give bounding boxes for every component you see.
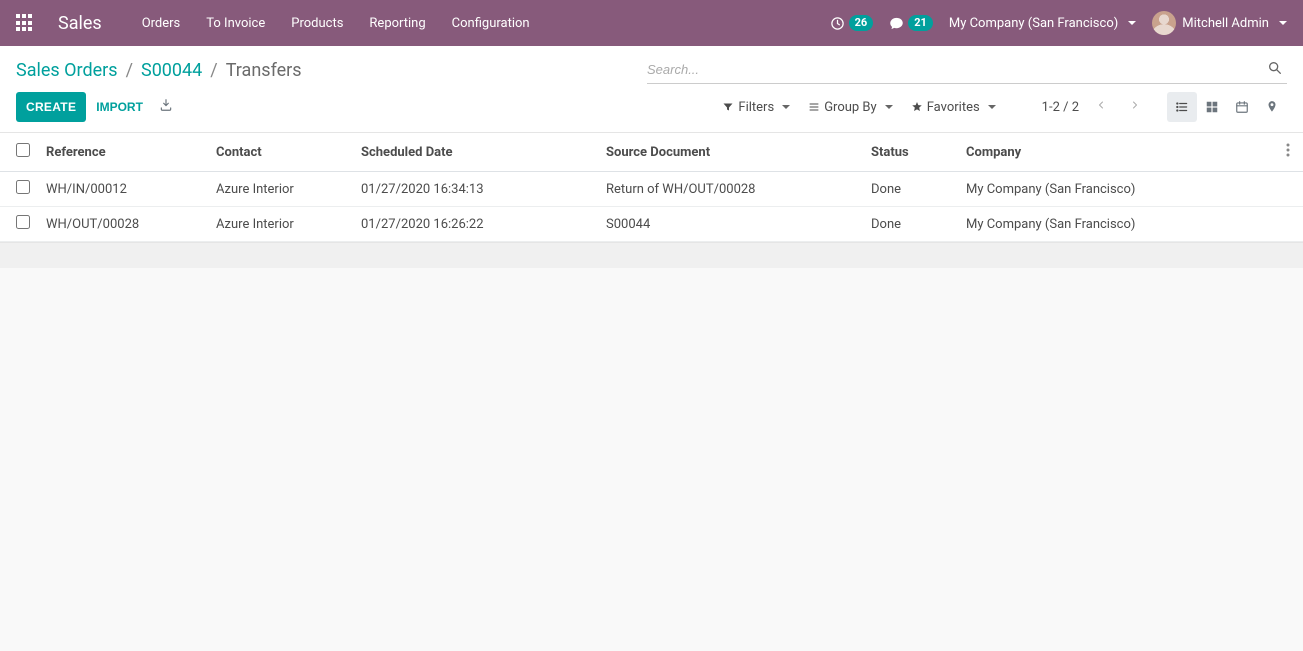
favorites-dropdown[interactable]: Favorites (905, 96, 1002, 119)
filters-label: Filters (738, 100, 774, 115)
row-checkbox[interactable] (16, 180, 30, 194)
chat-icon (889, 16, 904, 31)
list-view: Reference Contact Scheduled Date Source … (0, 133, 1303, 268)
view-calendar-button[interactable] (1227, 92, 1257, 122)
list-view-icon (1175, 100, 1189, 114)
table-row[interactable]: WH/IN/00012 Azure Interior 01/27/2020 16… (0, 172, 1303, 207)
breadcrumb-link-1[interactable]: Sales Orders (16, 60, 118, 81)
user-menu[interactable]: Mitchell Admin (1152, 11, 1287, 35)
menu-products[interactable]: Products (291, 16, 343, 31)
select-all-checkbox[interactable] (16, 143, 30, 157)
cell-scheduled: 01/27/2020 16:26:22 (353, 207, 598, 242)
chevron-down-icon (885, 105, 893, 109)
header-source[interactable]: Source Document (598, 133, 863, 172)
company-switcher[interactable]: My Company (San Francisco) (949, 16, 1136, 31)
header-checkbox-cell (0, 133, 38, 172)
chevron-down-icon (988, 105, 996, 109)
app-brand[interactable]: Sales (58, 13, 102, 34)
menu-to-invoice[interactable]: To Invoice (206, 16, 265, 31)
avatar (1152, 11, 1176, 35)
import-button[interactable]: IMPORT (86, 92, 153, 122)
filter-icon (722, 101, 734, 113)
chevron-right-icon (1129, 99, 1141, 111)
dots-vertical-icon (1286, 143, 1290, 157)
view-map-button[interactable] (1257, 92, 1287, 122)
header-reference[interactable]: Reference (38, 133, 208, 172)
view-list-button[interactable] (1167, 92, 1197, 122)
pager-prev[interactable] (1089, 95, 1113, 119)
cell-contact: Azure Interior (208, 172, 353, 207)
view-kanban-button[interactable] (1197, 92, 1227, 122)
control-panel: Sales Orders / S00044 / Transfers CREATE… (0, 46, 1303, 133)
download-icon[interactable] (153, 98, 179, 116)
menu-orders[interactable]: Orders (142, 16, 181, 31)
messages-badge: 21 (908, 15, 933, 31)
breadcrumb-separator: / (126, 60, 133, 81)
chevron-down-icon (782, 105, 790, 109)
pager-text[interactable]: 1-2 / 2 (1042, 100, 1079, 115)
chevron-down-icon (1128, 21, 1136, 25)
breadcrumb-link-2[interactable]: S00044 (141, 60, 202, 81)
cell-company: My Company (San Francisco) (958, 172, 1273, 207)
kanban-view-icon (1205, 100, 1219, 114)
row-checkbox-cell (0, 172, 38, 207)
empty-area (0, 268, 1303, 651)
user-name: Mitchell Admin (1182, 16, 1269, 31)
activities-button[interactable]: 26 (830, 15, 874, 31)
company-name: My Company (San Francisco) (949, 16, 1118, 31)
transfers-table: Reference Contact Scheduled Date Source … (0, 133, 1303, 242)
cell-source: S00044 (598, 207, 863, 242)
breadcrumb-current: Transfers (226, 60, 302, 81)
groupby-label: Group By (824, 100, 877, 115)
table-row[interactable]: WH/OUT/00028 Azure Interior 01/27/2020 1… (0, 207, 1303, 242)
activities-badge: 26 (849, 15, 874, 31)
chevron-left-icon (1095, 99, 1107, 111)
map-pin-icon (1265, 100, 1279, 114)
header-options[interactable] (1273, 133, 1303, 172)
cell-reference: WH/OUT/00028 (38, 207, 208, 242)
pager: 1-2 / 2 (1042, 95, 1147, 119)
breadcrumb-separator: / (210, 60, 217, 81)
menu-configuration[interactable]: Configuration (452, 16, 530, 31)
row-checkbox[interactable] (16, 215, 30, 229)
search-icon[interactable] (1263, 60, 1287, 80)
top-menu: Orders To Invoice Products Reporting Con… (142, 16, 530, 31)
row-checkbox-cell (0, 207, 38, 242)
search-input[interactable] (647, 62, 1263, 77)
favorites-label: Favorites (927, 100, 980, 115)
pager-next[interactable] (1123, 95, 1147, 119)
search-tools: Filters Group By Favorites (716, 96, 1001, 119)
cell-scheduled: 01/27/2020 16:34:13 (353, 172, 598, 207)
header-status[interactable]: Status (863, 133, 958, 172)
breadcrumb: Sales Orders / S00044 / Transfers (16, 60, 302, 81)
cell-company: My Company (San Francisco) (958, 207, 1273, 242)
table-header-row: Reference Contact Scheduled Date Source … (0, 133, 1303, 172)
main-navbar: Sales Orders To Invoice Products Reporti… (0, 0, 1303, 46)
groupby-dropdown[interactable]: Group By (802, 96, 899, 119)
view-switcher (1167, 92, 1287, 122)
table-footer (0, 242, 1303, 268)
header-contact[interactable]: Contact (208, 133, 353, 172)
star-icon (911, 101, 923, 113)
menu-reporting[interactable]: Reporting (369, 16, 425, 31)
create-button[interactable]: CREATE (16, 92, 86, 122)
header-scheduled[interactable]: Scheduled Date (353, 133, 598, 172)
chevron-down-icon (1279, 21, 1287, 25)
calendar-view-icon (1235, 100, 1249, 114)
clock-icon (830, 16, 845, 31)
messages-button[interactable]: 21 (889, 15, 933, 31)
header-company[interactable]: Company (958, 133, 1273, 172)
cell-contact: Azure Interior (208, 207, 353, 242)
cell-reference: WH/IN/00012 (38, 172, 208, 207)
cell-status: Done (863, 207, 958, 242)
filters-dropdown[interactable]: Filters (716, 96, 796, 119)
cell-status: Done (863, 172, 958, 207)
apps-icon[interactable] (16, 14, 34, 32)
cell-source: Return of WH/OUT/00028 (598, 172, 863, 207)
search-bar (647, 56, 1287, 84)
list-icon (808, 101, 820, 113)
